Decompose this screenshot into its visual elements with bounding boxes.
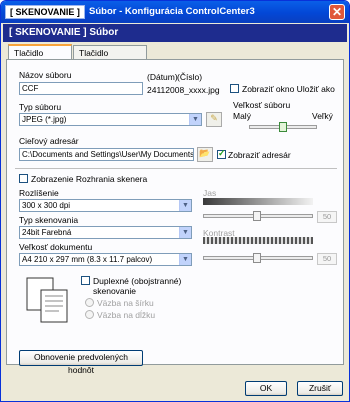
file-type-value: JPEG (*.jpg) [22,115,67,124]
cancel-button[interactable]: Zrušiť [297,381,343,396]
resolution-label: Rozlíšenie [19,188,59,198]
file-name-label: Názov súboru [19,70,72,80]
close-icon[interactable]: ✕ [329,4,345,20]
chevron-down-icon: ▼ [179,200,191,211]
brightness-label: Jas [203,188,217,198]
title-bar: [ SKENOVANIE ] Súbor - Konfigurácia Cont… [1,1,349,23]
show-save-as-checkbox[interactable] [230,84,239,93]
file-size-slider-thumb[interactable] [279,122,287,132]
file-type-settings-icon[interactable]: ✎ [206,112,222,127]
contrast-pattern-bar [203,237,313,244]
document-size-select[interactable]: A4 210 x 297 mm (8.3 x 11.7 palcov) ▼ [19,253,192,266]
file-name-preview: 24112008_xxxx.jpg [147,85,220,95]
brightness-value[interactable]: 50 [317,211,337,223]
duplex-scan-label: Duplexné (obojstranné) skenovanie [93,276,182,296]
resolution-select[interactable]: 300 x 300 dpi ▼ [19,199,192,212]
document-size-label: Veľkosť dokumentu [19,242,93,252]
tab-device-button[interactable]: Tlačidlo zariadenia [73,45,147,68]
show-save-as-label: Zobraziť okno Uložiť ako [242,84,335,94]
scan-type-label: Typ skenovania [19,215,79,225]
number-label: (Číslo) [177,72,203,82]
resolution-value: 300 x 300 dpi [22,201,71,210]
target-folder-input[interactable]: C:\Documents and Settings\User\My Docume… [19,148,194,161]
contrast-slider-thumb[interactable] [253,253,261,263]
file-size-large-label: Veľký [312,111,333,121]
chevron-down-icon: ▼ [189,114,201,125]
chevron-down-icon: ▼ [179,254,191,265]
target-folder-label: Cieľový adresár [19,136,79,146]
scan-type-value: 24bit Farebná [22,228,72,237]
document-size-value: A4 210 x 297 mm (8.3 x 11.7 palcov) [22,255,153,264]
file-name-input[interactable]: CCF [19,82,143,95]
chevron-down-icon: ▼ [179,227,191,238]
dialog-window: [ SKENOVANIE ] Súbor - Konfigurácia Cont… [0,0,350,402]
title-app-label: [ SKENOVANIE ] [5,5,85,19]
show-scanner-interface-label: Zobrazenie Rozhrania skenera [31,174,148,184]
long-edge-radio[interactable] [85,298,94,307]
duplex-scan-checkbox[interactable] [81,276,90,285]
contrast-value[interactable]: 50 [317,253,337,265]
file-type-label: Typ súboru [19,102,62,112]
show-folder-label: Zobraziť adresár [228,150,291,160]
duplex-document-icon [25,276,71,324]
divider [15,168,337,169]
brightness-gradient-bar [203,198,313,205]
restore-defaults-button[interactable]: Obnovenie predvolených hodnôt [19,350,143,375]
long-edge-label: Väzba na šírku [97,298,154,308]
file-type-select[interactable]: JPEG (*.jpg) ▼ [19,113,202,126]
window-title: Súbor - Konfigurácia ControlCenter3 [89,6,255,17]
file-size-label: Veľkosť súboru [233,100,291,110]
settings-panel: Názov súboru CCF (Dátum) (Číslo) 2411200… [6,59,344,375]
show-scanner-interface-checkbox[interactable] [19,174,28,183]
browse-folder-icon[interactable]: 📂 [197,147,213,162]
file-size-small-label: Malý [233,111,251,121]
scan-type-select[interactable]: 24bit Farebná ▼ [19,226,192,239]
short-edge-label: Väzba na dĺžku [97,310,156,320]
date-label: (Dátum) [147,72,178,82]
brightness-slider-thumb[interactable] [253,211,261,221]
section-header: [ SKENOVANIE ] Súbor [3,24,347,42]
show-folder-checkbox[interactable] [217,148,226,159]
tab-software-button[interactable]: Tlačidlo softvéru [8,44,72,68]
ok-button[interactable]: OK [245,381,287,396]
short-edge-radio[interactable] [85,310,94,319]
